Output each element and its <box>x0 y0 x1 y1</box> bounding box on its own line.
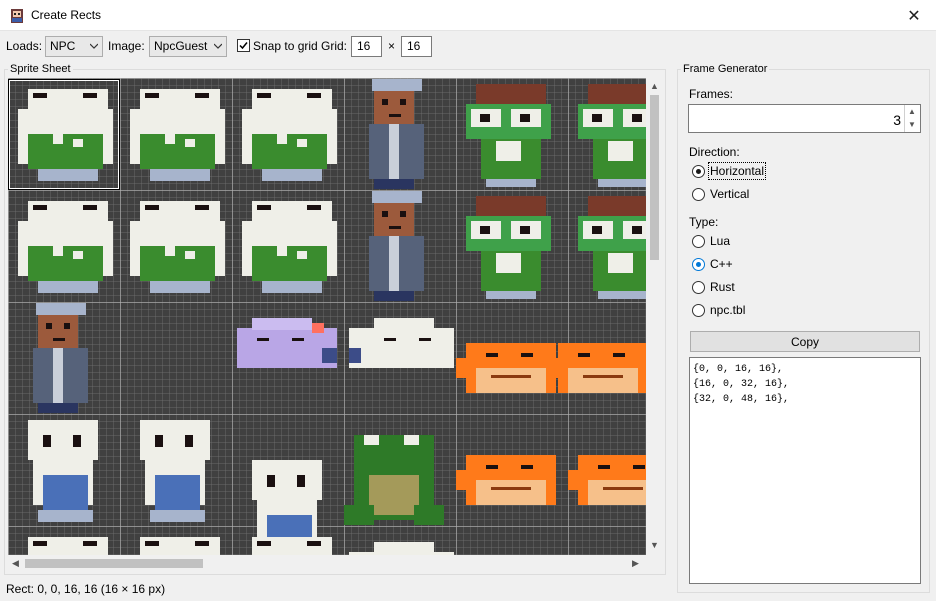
loads-value: NPC <box>50 39 76 53</box>
radio-cpp-label[interactable]: C++ <box>710 257 733 271</box>
spin-up-icon[interactable]: ▲ <box>908 107 916 116</box>
image-value: NpcGuest <box>154 39 208 53</box>
green-goggle-hat-2 <box>578 84 646 187</box>
close-icon: ✕ <box>907 7 921 25</box>
radio-lua-label[interactable]: Lua <box>710 234 730 248</box>
old-man-front <box>369 191 424 301</box>
white-blob-green-2 <box>130 89 225 181</box>
snap-to-grid-label[interactable]: Snap to grid <box>253 39 318 53</box>
type-label: Type: <box>689 215 719 229</box>
horizontal-scrollbar[interactable]: ◀ ▶ <box>8 555 646 572</box>
frames-label: Frames: <box>689 87 734 101</box>
spin-down-icon[interactable]: ▼ <box>908 120 916 129</box>
title-bar: Create Rects ✕ <box>0 0 936 31</box>
output-line: {16, 0, 32, 16}, <box>693 379 790 390</box>
radio-npc-tbl[interactable] <box>692 304 705 317</box>
white-slug <box>349 542 454 555</box>
white-blob-green-2 <box>140 537 220 555</box>
scroll-up-icon[interactable]: ▲ <box>650 81 659 91</box>
grid-label: Grid: <box>321 39 348 53</box>
output-line: {32, 0, 48, 16}, <box>693 394 790 405</box>
snap-to-grid-checkbox[interactable] <box>237 39 250 52</box>
frame-generator-label: Frame Generator <box>681 63 770 75</box>
copy-button[interactable]: Copy <box>690 331 920 352</box>
green-frog <box>344 435 444 525</box>
frames-spinbox[interactable]: 3 ▲ ▼ <box>688 104 921 133</box>
white-ghost <box>28 420 98 522</box>
old-man-front <box>369 79 424 189</box>
selection-rect[interactable] <box>8 79 120 190</box>
sprite-sheet-canvas[interactable] <box>8 78 646 555</box>
direction-label: Direction: <box>689 145 740 159</box>
grid-height-input[interactable]: 16 <box>401 36 432 57</box>
output-textarea[interactable]: {0, 0, 16, 16}, {16, 0, 32, 16}, {32, 0,… <box>689 357 921 584</box>
loads-combobox[interactable]: NPC <box>45 36 103 57</box>
green-goggle-hat-1 <box>466 84 551 187</box>
white-blob-green-side <box>252 537 332 555</box>
radio-rust[interactable] <box>692 281 705 294</box>
radio-rust-label[interactable]: Rust <box>710 280 735 294</box>
white-blob-green-1 <box>18 201 113 293</box>
output-line: {0, 0, 16, 16}, <box>693 364 784 375</box>
frames-value: 3 <box>893 112 901 128</box>
scroll-down-icon[interactable]: ▼ <box>650 540 659 550</box>
times-sign: × <box>388 39 396 53</box>
orange-fish <box>548 343 646 393</box>
radio-vertical[interactable] <box>692 188 705 201</box>
chevron-down-icon <box>90 43 98 49</box>
image-label: Image: <box>108 39 145 53</box>
orange-fish <box>456 343 556 393</box>
orange-fish <box>568 455 646 505</box>
frames-spin-buttons[interactable]: ▲ ▼ <box>904 105 920 132</box>
grid-width-value: 16 <box>357 39 371 53</box>
grid-height-value: 16 <box>407 39 421 53</box>
white-ghost <box>140 420 210 522</box>
green-goggle-hat-2 <box>578 196 646 299</box>
chevron-down-icon <box>214 43 222 49</box>
orange-fish <box>456 455 556 505</box>
white-blob-green-2 <box>130 201 225 293</box>
loads-label: Loads: <box>6 39 43 53</box>
sprite-sheet-label: Sprite Sheet <box>8 63 73 75</box>
status-text: Rect: 0, 0, 16, 16 (16 × 16 px) <box>6 582 166 596</box>
scroll-left-icon[interactable]: ◀ <box>12 558 19 569</box>
grid-width-input[interactable]: 16 <box>351 36 382 57</box>
white-blob-green-side <box>242 89 337 181</box>
window-title: Create Rects <box>31 8 102 22</box>
purple-slug <box>237 318 337 368</box>
white-blob-green-side <box>242 201 337 293</box>
close-button[interactable]: ✕ <box>892 0 936 31</box>
image-combobox[interactable]: NpcGuest <box>149 36 227 57</box>
green-goggle-hat-1 <box>466 196 551 299</box>
app-icon <box>11 9 23 23</box>
radio-npc-tbl-label[interactable]: npc.tbl <box>710 303 745 317</box>
radio-lua[interactable] <box>692 235 705 248</box>
horizontal-scroll-thumb[interactable] <box>25 559 203 568</box>
radio-horizontal-label[interactable]: Horizontal <box>707 162 767 180</box>
vertical-scroll-thumb[interactable] <box>650 95 659 260</box>
radio-vertical-label[interactable]: Vertical <box>710 187 749 201</box>
white-slug <box>349 318 454 368</box>
checkmark-icon <box>239 42 248 50</box>
scroll-right-icon[interactable]: ▶ <box>632 558 639 569</box>
old-man-front <box>33 303 88 413</box>
radio-cpp[interactable] <box>692 258 705 271</box>
radio-horizontal[interactable] <box>692 165 705 178</box>
vertical-scrollbar[interactable]: ▲ ▼ <box>646 78 663 555</box>
white-blob-green-1 <box>28 537 108 555</box>
